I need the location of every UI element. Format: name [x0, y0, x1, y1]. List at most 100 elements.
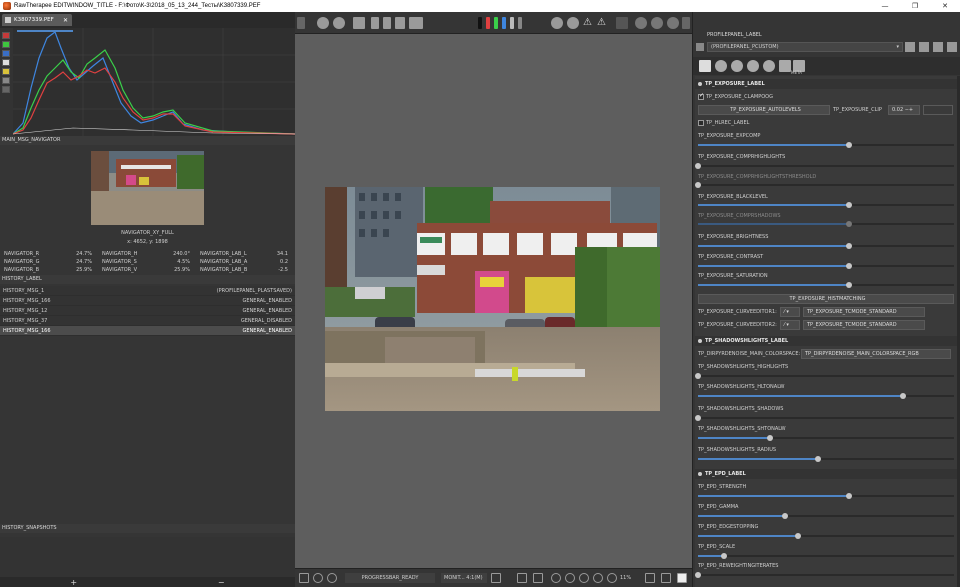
zoom-out-icon[interactable] — [551, 573, 561, 583]
epd-edgestopping-slider[interactable] — [698, 533, 954, 539]
history-row-selected[interactable]: HISTORY_MSG_166 GENERAL_ENABLED — [0, 326, 295, 336]
clipped-highlights-warning-icon[interactable]: ⚠ — [583, 17, 595, 29]
preview-luminosity-icon[interactable] — [510, 17, 514, 29]
straighten-tool-icon[interactable] — [409, 17, 423, 29]
saturation-slider[interactable] — [698, 282, 954, 288]
white-balance-picker-icon[interactable] — [371, 17, 379, 29]
preview-blue-icon[interactable] — [502, 17, 506, 29]
preview-focus-mask-icon[interactable] — [518, 17, 522, 29]
hide-right-panel-icon[interactable] — [682, 17, 690, 29]
rendering-intent-icon[interactable] — [491, 573, 501, 583]
sh-highlights-slider[interactable] — [695, 373, 954, 379]
hide-left-panel-icon[interactable] — [297, 17, 305, 29]
epd-scale-slider[interactable] — [698, 553, 954, 559]
chroma-channel-toggle[interactable] — [2, 68, 10, 75]
copy-profile-icon[interactable] — [933, 42, 943, 52]
image-preview[interactable] — [325, 187, 660, 411]
blue-channel-toggle[interactable] — [2, 50, 10, 57]
soft-proof-icon[interactable] — [517, 573, 527, 583]
color-tab-icon[interactable] — [731, 60, 743, 72]
contrast-slider[interactable] — [698, 263, 954, 269]
sh-shtonalw-slider[interactable] — [698, 435, 954, 441]
sh-radius-slider[interactable] — [698, 456, 954, 462]
red-channel-toggle[interactable] — [2, 32, 10, 39]
rotate-right-icon[interactable] — [651, 17, 663, 29]
clipped-shadows-warning-icon[interactable]: ⚠ — [597, 17, 609, 29]
hlrec-checkbox[interactable] — [698, 120, 704, 126]
shadows-highlights-section-header[interactable]: TP_SHADOWSHLIGHTS_LABEL — [695, 336, 957, 346]
hand-tool-icon[interactable] — [353, 17, 365, 29]
tcmode1-select[interactable]: TP_EXPOSURE_TCMODE_STANDARD — [803, 307, 925, 317]
comprhighlights-slider[interactable] — [695, 163, 954, 169]
preview-red-icon[interactable] — [486, 17, 490, 29]
transform-tab-icon[interactable] — [763, 60, 775, 72]
remove-snapshot-button[interactable]: − — [218, 578, 225, 587]
close-window-button[interactable]: ✕ — [930, 0, 960, 12]
epd-gamma-slider[interactable] — [698, 513, 954, 519]
minimize-button[interactable]: — — [870, 0, 900, 12]
epd-strength-slider[interactable] — [698, 493, 954, 499]
epd-reweighting-slider[interactable] — [695, 572, 954, 578]
history-row[interactable]: HISTORY_MSG_12 GENERAL_ENABLED — [0, 306, 295, 316]
history-section-label[interactable]: HISTORY_LABEL — [0, 275, 295, 284]
comprshadows-slider[interactable] — [698, 221, 954, 227]
gamut-check-icon[interactable] — [533, 573, 543, 583]
zoom-100-icon[interactable] — [579, 573, 589, 583]
hide-bottom-panel-icon[interactable] — [677, 573, 687, 583]
preview-native-icon[interactable] — [478, 17, 482, 29]
blacklevel-slider[interactable] — [698, 202, 954, 208]
zoom-fit-icon[interactable] — [593, 573, 603, 583]
tcmode2-select[interactable]: TP_EXPOSURE_TCMODE_STANDARD — [803, 320, 925, 330]
clip-spinbox[interactable]: 0.02 −+ — [888, 105, 920, 115]
load-profile-icon[interactable] — [905, 42, 915, 52]
history-row[interactable]: HISTORY_MSG_166 GENERAL_ENABLED — [0, 296, 295, 306]
color-management-icon[interactable] — [551, 17, 563, 29]
curve2-type-select[interactable]: ⁄ ▾ — [780, 320, 800, 330]
history-row[interactable]: HISTORY_MSG_1 (PROFILEPANEL_PLASTSAVED) — [0, 286, 295, 296]
paste-profile-icon[interactable] — [947, 42, 957, 52]
wavelet-tab-icon[interactable] — [747, 60, 759, 72]
histmatching-button[interactable]: TP_EXPOSURE_HISTMATCHING — [698, 294, 954, 304]
expcomp-slider[interactable] — [698, 142, 954, 148]
monitor-profile-select[interactable]: MONIT... 4:1(M) — [441, 573, 487, 583]
clampoog-checkbox[interactable] — [698, 92, 704, 100]
sh-shadows-slider[interactable] — [695, 415, 954, 421]
curve1-type-select[interactable]: ⁄ ▾ — [780, 307, 800, 317]
raw-tab-icon[interactable] — [779, 60, 791, 72]
navigator-section-label[interactable]: MAIN_MSG_NAVIGATOR — [0, 136, 295, 145]
sh-hltonalw-slider[interactable] — [698, 393, 954, 399]
brightness-slider[interactable] — [698, 243, 954, 249]
send-to-editor-icon[interactable] — [327, 573, 337, 583]
navigator-thumbnail[interactable] — [91, 151, 204, 225]
history-row[interactable]: HISTORY_MSG_37 GENERAL_DISABLED — [0, 316, 295, 326]
zoom-in-icon[interactable] — [565, 573, 575, 583]
partial-profile-icon[interactable] — [696, 43, 704, 51]
save-profile-icon[interactable] — [919, 42, 929, 52]
epd-section-header[interactable]: TP_EPD_LABEL — [695, 469, 957, 479]
luminance-channel-toggle[interactable] — [2, 59, 10, 66]
comprhighlightsthreshold-slider[interactable] — [695, 182, 954, 188]
raw-histogram-toggle[interactable] — [2, 77, 10, 84]
rotate-left-icon[interactable] — [635, 17, 647, 29]
file-tab[interactable]: K3807339.PEF ✕ — [2, 14, 72, 26]
before-after-icon[interactable] — [333, 17, 345, 29]
save-image-icon[interactable] — [299, 573, 309, 583]
fullscreen-icon[interactable] — [661, 573, 671, 583]
info-icon[interactable] — [317, 17, 329, 29]
detail-tab-icon[interactable] — [715, 60, 727, 72]
maximize-button[interactable]: ❐ — [900, 0, 930, 12]
autolevels-button[interactable]: TP_EXPOSURE_AUTOLEVELS — [698, 105, 830, 115]
color-picker-icon[interactable] — [383, 17, 391, 29]
close-tab-icon[interactable]: ✕ — [63, 17, 68, 24]
exposure-tab-icon[interactable] — [699, 60, 711, 72]
new-detail-window-icon[interactable] — [645, 573, 655, 583]
flip-vertical-icon[interactable] — [667, 17, 679, 29]
soft-proofing-icon[interactable] — [567, 17, 579, 29]
add-snapshot-button[interactable]: + — [70, 578, 77, 587]
exposure-section-header[interactable]: TP_EXPOSURE_LABEL — [695, 79, 957, 89]
snapshots-section-label[interactable]: HISTORY_SNAPSHOTS — [0, 524, 295, 533]
processing-profile-select[interactable]: (PROFILEPANEL_PCUSTOM) ▾ — [707, 42, 903, 52]
bar-display-toggle[interactable] — [2, 86, 10, 93]
crop-tool-icon[interactable] — [395, 17, 405, 29]
preview-green-icon[interactable] — [494, 17, 498, 29]
